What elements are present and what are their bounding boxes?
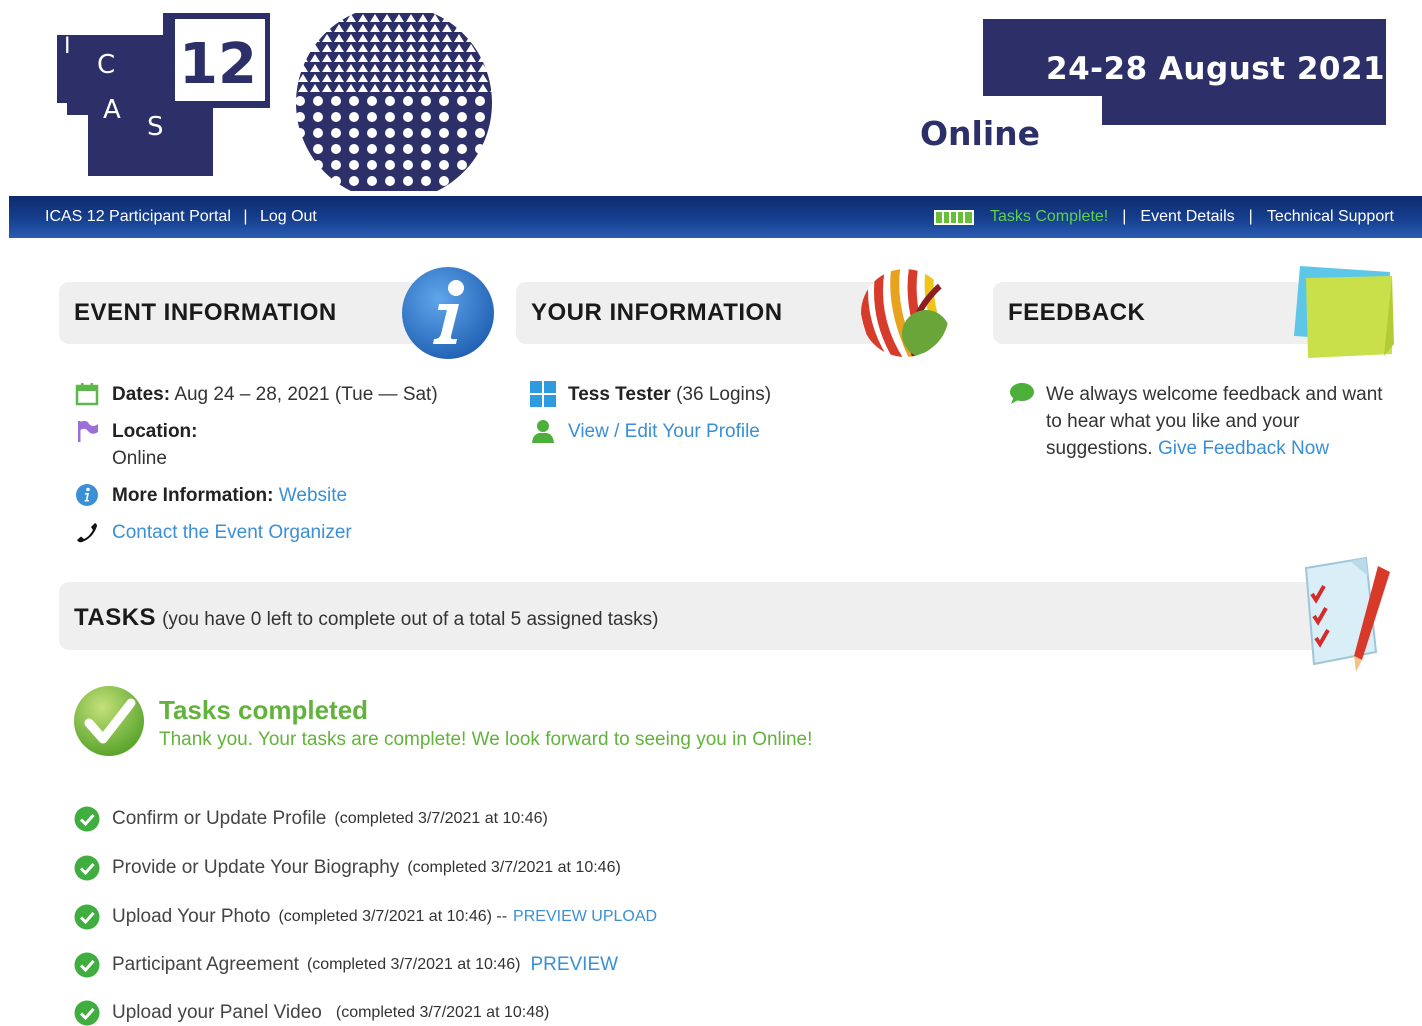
check-circle-icon [74,806,100,832]
section-title: EVENT INFORMATION [74,299,337,326]
event-location-row: Location: Online [74,418,198,472]
task-completed-date: (completed 3/7/2021 at 10:46) [407,859,621,876]
dates-label: Dates: [112,384,171,405]
nav-separator: | [1122,208,1127,225]
website-link[interactable]: Website [279,485,347,506]
checklist-pencil-icon [1304,556,1390,672]
section-title: FEEDBACK [1008,299,1146,326]
info-icon [402,267,494,359]
flag-icon [74,418,100,444]
logo-letter-i: I [64,34,71,59]
tasks-complete-link[interactable]: Tasks Complete! [990,208,1108,226]
your-information-header: YOUR INFORMATION [516,282,916,344]
preview-upload-link[interactable]: PREVIEW UPLOAD [513,908,657,926]
tasks-completed-title: Tasks completed [159,695,369,725]
nav-separator: | [1248,208,1253,225]
task-item: Participant Agreement (completed 3/7/202… [74,952,618,978]
dashboard-grid-icon [530,381,556,407]
give-feedback-link[interactable]: Give Feedback Now [1158,438,1329,459]
task-name: Upload your Panel Video [112,1002,322,1023]
chat-bubble-icon [1008,381,1034,407]
battery-progress-icon [933,209,974,225]
calendar-icon [74,381,100,407]
colorful-globe-icon [861,269,949,357]
task-completed-date: (completed 3/7/2021 at 10:46) -- [278,908,508,925]
user-name: Tess Tester [568,384,671,405]
more-info-label: More Information: [112,485,274,506]
user-icon [530,418,556,444]
task-item: Upload Your Photo (completed 3/7/2021 at… [74,904,657,930]
task-name: Participant Agreement [112,954,299,975]
view-edit-profile-link[interactable]: View / Edit Your Profile [568,418,760,445]
edit-profile-row: View / Edit Your Profile [530,418,760,445]
nav-separator: | [243,208,248,225]
event-dates-row: Dates: Aug 24 – 28, 2021 (Tue — Sat) [74,381,438,408]
tasks-summary: (you have 0 left to complete out of a to… [162,609,659,630]
preview-agreement-link[interactable]: PREVIEW [530,954,618,976]
check-circle-icon [74,952,100,978]
task-completed-date: (completed 3/7/2021 at 10:46) [334,810,548,827]
logo-number-12: 12 [179,32,257,97]
icas-12-logo: I C A S 12 [57,13,492,191]
tasks-completed-message: Thank you. Your tasks are complete! We l… [159,729,813,750]
feedback-row: We always welcome feedback and want to h… [1008,381,1388,462]
login-count: (36 Logins) [676,384,772,405]
task-name: Upload Your Photo [112,906,271,927]
logout-link[interactable]: Log Out [260,208,317,225]
section-title: YOUR INFORMATION [531,299,783,326]
check-circle-icon [74,855,100,881]
location-value: Online [112,448,167,469]
top-nav-bar: ICAS 12 Participant Portal | Log Out Tas… [9,196,1422,238]
event-location-banner: Online [920,114,1041,153]
location-label: Location: [112,421,198,442]
task-item: Upload your Panel Video (completed 3/7/2… [74,1000,549,1026]
contact-organizer-row: Contact the Event Organizer [74,519,352,546]
event-dates-banner: 24-28 August 2021 [1046,51,1386,87]
portal-home-link[interactable]: ICAS 12 Participant Portal [45,208,231,225]
contact-organizer-link[interactable]: Contact the Event Organizer [112,519,352,546]
logo-letter-a: A [103,95,121,125]
tasks-completed-check-icon [74,686,144,756]
dates-value: Aug 24 – 28, 2021 (Tue — Sat) [174,384,438,405]
event-details-link[interactable]: Event Details [1140,208,1234,226]
task-item: Provide or Update Your Biography (comple… [74,855,621,881]
logo-letter-c: C [97,50,115,80]
task-name: Provide or Update Your Biography [112,857,400,878]
technical-support-link[interactable]: Technical Support [1267,208,1394,226]
task-item: Confirm or Update Profile (completed 3/7… [74,806,548,832]
page-header: I C A S 12 24-28 August 2021 Online [0,0,1422,196]
task-completed-date: (completed 3/7/2021 at 10:48) [335,1004,550,1021]
user-name-row: Tess Tester (36 Logins) [530,381,771,408]
check-circle-icon [74,1000,100,1026]
check-circle-icon [74,904,100,930]
more-information-row: More Information: Website [74,482,347,509]
task-name: Confirm or Update Profile [112,808,327,829]
logo-letter-s: S [147,112,164,142]
tasks-header: TASKS (you have 0 left to complete out of… [59,582,1359,650]
task-completed-date: (completed 3/7/2021 at 10:46) [306,956,521,973]
info-circle-icon [74,482,100,508]
phone-icon [74,519,100,545]
sticky-notes-icon [1294,266,1394,358]
tasks-title: TASKS [74,604,157,631]
